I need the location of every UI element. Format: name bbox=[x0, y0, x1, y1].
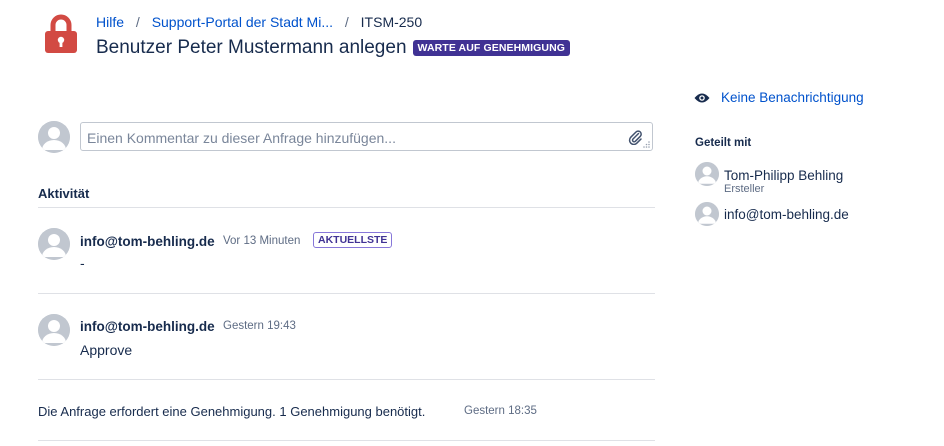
status-badge: WARTE AUF GENEHMIGUNG bbox=[412, 40, 571, 56]
comment-avatar bbox=[38, 228, 70, 260]
comment-placeholder: Einen Kommentar zu dieser Anfrage hinzuf… bbox=[87, 130, 396, 146]
participant-name: info@tom-behling.de bbox=[724, 207, 849, 222]
participant-role: Ersteller bbox=[724, 183, 765, 195]
comment-body: - bbox=[80, 255, 85, 271]
participant-avatar bbox=[695, 202, 719, 226]
avatar-icon bbox=[38, 121, 70, 153]
avatar-icon bbox=[38, 314, 70, 346]
comment-author: info@tom-behling.de bbox=[80, 319, 215, 334]
breadcrumb-separator: / bbox=[344, 14, 349, 30]
lock-icon bbox=[45, 14, 77, 53]
participant-name: Tom-Philipp Behling bbox=[724, 168, 844, 183]
comment-author: info@tom-behling.de bbox=[80, 234, 215, 249]
avatar-icon bbox=[695, 202, 719, 226]
divider bbox=[38, 379, 655, 380]
breadcrumb-help-link[interactable]: Hilfe bbox=[96, 14, 124, 30]
notification-label: Keine Benachrichtigung bbox=[721, 90, 864, 105]
breadcrumb-separator: / bbox=[135, 14, 140, 30]
comment-avatar bbox=[38, 314, 70, 346]
divider bbox=[38, 293, 655, 294]
current-user-avatar bbox=[38, 121, 70, 153]
shared-with-heading: Geteilt mit bbox=[695, 137, 752, 149]
activity-heading: Aktivität bbox=[38, 186, 90, 201]
avatar-icon bbox=[695, 162, 719, 186]
comment-time: Vor 13 Minuten bbox=[223, 235, 301, 247]
notification-toggle[interactable]: Keine Benachrichtigung bbox=[694, 90, 864, 105]
comment-time: Gestern 19:43 bbox=[223, 320, 296, 332]
approval-event-text: Die Anfrage erfordert eine Genehmigung. … bbox=[38, 404, 426, 419]
resize-handle-icon[interactable] bbox=[643, 141, 650, 148]
avatar-icon bbox=[38, 228, 70, 260]
comment-body: Approve bbox=[80, 342, 133, 358]
paperclip-icon[interactable] bbox=[628, 129, 642, 145]
divider bbox=[38, 440, 655, 441]
breadcrumb-portal-link[interactable]: Support-Portal der Stadt Mi... bbox=[152, 14, 333, 30]
comment-input[interactable]: Einen Kommentar zu dieser Anfrage hinzuf… bbox=[80, 122, 653, 151]
approval-event-time: Gestern 18:35 bbox=[464, 405, 537, 417]
participant-avatar bbox=[695, 162, 719, 186]
divider bbox=[38, 207, 655, 208]
latest-badge: AKTUELLSTE bbox=[313, 232, 393, 248]
title-row: Benutzer Peter Mustermann anlegen WARTE … bbox=[96, 37, 571, 59]
eye-icon bbox=[694, 93, 710, 102]
breadcrumb: Hilfe / Support-Portal der Stadt Mi... /… bbox=[96, 14, 422, 30]
page-title: Benutzer Peter Mustermann anlegen bbox=[96, 37, 407, 58]
breadcrumb-issue-key: ITSM-250 bbox=[360, 14, 423, 30]
